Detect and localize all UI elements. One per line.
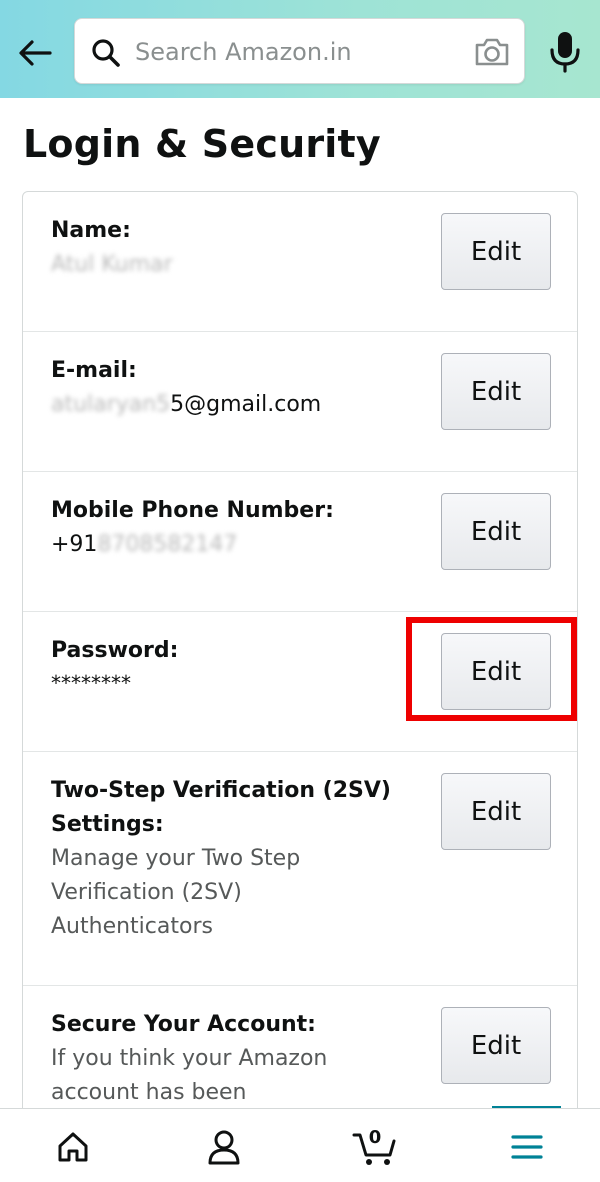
edit-email-button[interactable]: Edit <box>441 353 551 430</box>
mobile-label: Mobile Phone Number: <box>51 498 334 523</box>
email-label: E-mail: <box>51 358 137 383</box>
name-label: Name: <box>51 218 131 243</box>
search-box[interactable] <box>74 18 525 84</box>
hamburger-menu-icon <box>511 1135 543 1159</box>
back-button[interactable] <box>14 32 56 74</box>
secure-account-description: If you think your Amazon account has bee… <box>51 1046 328 1105</box>
name-value: Atul Kumar <box>51 252 173 277</box>
mobile-value-prefix: +91 <box>51 532 98 557</box>
edit-name-button[interactable]: Edit <box>441 213 551 290</box>
back-arrow-icon <box>19 40 52 66</box>
row-email: E-mail: atularyan55@gmail.com Edit <box>23 332 577 472</box>
edit-two-step-button[interactable]: Edit <box>441 773 551 850</box>
two-step-description: Manage your Two Step Verification (2SV) … <box>51 846 301 939</box>
mobile-value: +918708582147 <box>51 528 237 562</box>
email-value-visible: 5@gmail.com <box>170 392 322 417</box>
password-label: Password: <box>51 638 179 663</box>
edit-secure-account-button[interactable]: Edit <box>441 1007 551 1084</box>
nav-account[interactable] <box>199 1125 249 1169</box>
cart-count: 0 <box>368 1127 382 1148</box>
two-step-label: Two-Step Verification (2SV) Settings: <box>51 778 391 837</box>
nav-menu[interactable] <box>502 1125 552 1169</box>
microphone-icon[interactable] <box>546 30 584 74</box>
login-security-card: Name: Atul Kumar Edit E-mail: atularyan5… <box>22 191 578 1131</box>
email-value: atularyan55@gmail.com <box>51 388 321 422</box>
page-title: Login & Security <box>23 122 381 166</box>
search-icon <box>92 39 120 67</box>
password-value: ******** <box>51 671 131 695</box>
secure-account-label: Secure Your Account: <box>51 1012 316 1037</box>
row-password: Password: ******** Edit <box>23 612 577 752</box>
edit-mobile-button[interactable]: Edit <box>441 493 551 570</box>
top-header <box>0 0 600 98</box>
row-mobile: Mobile Phone Number: +918708582147 Edit <box>23 472 577 612</box>
edit-password-button[interactable]: Edit <box>441 633 551 710</box>
home-icon <box>58 1132 88 1162</box>
row-two-step-verification: Two-Step Verification (2SV) Settings: Ma… <box>23 752 577 986</box>
bottom-navigation: 0 <box>0 1108 600 1182</box>
camera-icon[interactable] <box>473 35 511 69</box>
user-icon <box>208 1130 240 1165</box>
email-value-hidden: atularyan5 <box>51 392 171 417</box>
nav-cart[interactable]: 0 <box>350 1125 400 1169</box>
search-input[interactable] <box>135 33 465 71</box>
mobile-value-hidden: 8708582147 <box>97 532 238 557</box>
row-name: Name: Atul Kumar Edit <box>23 192 577 332</box>
nav-home[interactable] <box>48 1125 98 1169</box>
